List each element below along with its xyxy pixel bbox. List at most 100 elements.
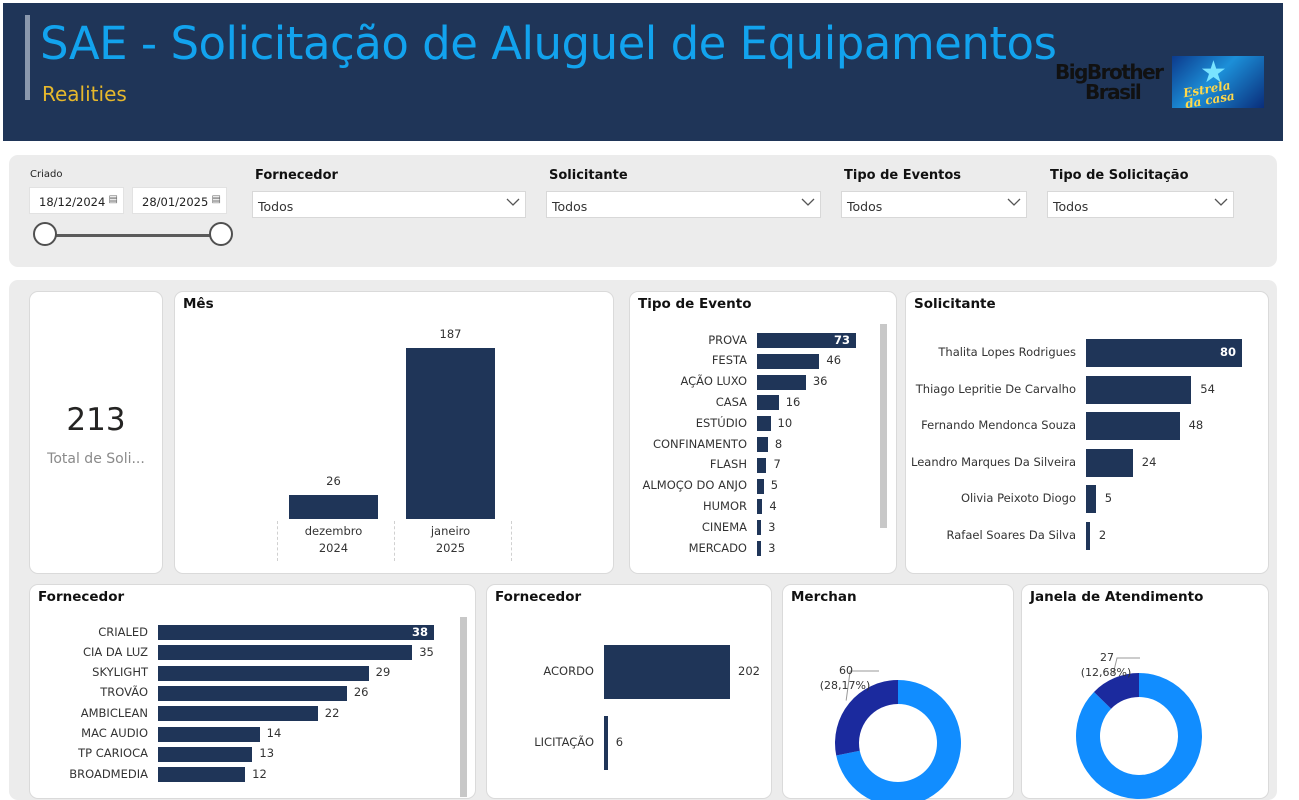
date-end-input[interactable]: 28/01/2025 ▤ xyxy=(132,187,227,214)
data-label: 7 xyxy=(773,457,781,472)
bar xyxy=(757,374,806,390)
bar xyxy=(757,499,763,515)
category-label: Olivia Peixoto Diogo xyxy=(960,491,1076,506)
data-label: 80 xyxy=(1219,345,1236,359)
data-label: 38 xyxy=(411,624,428,639)
data-label-percent: (28,17%) xyxy=(819,679,871,692)
data-label: 202 xyxy=(738,664,760,678)
bar xyxy=(757,353,820,369)
category-label: TROVÃO xyxy=(100,685,148,700)
data-label: 73 xyxy=(833,332,850,347)
data-label: 4 xyxy=(769,498,777,513)
tipo-solicitacao-dropdown[interactable]: Todos xyxy=(1047,191,1234,218)
bar xyxy=(1086,485,1096,514)
data-label: 5 xyxy=(770,478,779,493)
date-range-end-handle[interactable] xyxy=(209,222,233,246)
category-label: FLASH xyxy=(709,457,747,472)
data-label: 26 xyxy=(326,474,341,489)
chart-card-mes[interactable]: Mês 26 dezembro 2024 187 janeiro 2025 xyxy=(174,291,614,574)
data-label: 3 xyxy=(768,540,776,555)
data-label: 60 xyxy=(839,664,853,677)
category-label: AÇÃO LUXO xyxy=(680,374,747,389)
chart-card-merchan[interactable]: Merchan 60 (28,17%) xyxy=(782,584,1014,800)
category-label: Rafael Soares Da Silva xyxy=(946,528,1077,542)
bar xyxy=(158,645,413,661)
x-tick-label: janeiro xyxy=(430,524,471,538)
bar xyxy=(158,726,260,742)
bar xyxy=(158,767,246,783)
bar xyxy=(1086,522,1090,550)
x-tick-label: 2024 xyxy=(318,541,349,555)
date-start-input[interactable]: 18/12/2024 ▤ xyxy=(29,187,124,214)
data-label: 54 xyxy=(1200,381,1215,396)
data-label: 27 xyxy=(1100,651,1114,664)
category-label: CINEMA xyxy=(701,519,747,534)
tipo-eventos-dropdown[interactable]: Todos xyxy=(841,191,1027,218)
calendar-icon[interactable]: ▤ xyxy=(212,194,221,205)
bar xyxy=(1086,448,1133,477)
donut-chart xyxy=(1076,657,1202,799)
bar xyxy=(1086,375,1192,404)
category-label: TP CARIOCA xyxy=(78,746,148,761)
bar xyxy=(289,495,378,519)
bar xyxy=(757,478,764,494)
gridline xyxy=(394,521,395,561)
category-label: AMBICLEAN xyxy=(80,705,148,720)
data-label: 36 xyxy=(812,374,828,389)
category-label: MERCADO xyxy=(688,540,747,555)
scrollbar[interactable] xyxy=(880,324,887,528)
bar xyxy=(757,541,762,556)
solicitante-dropdown[interactable]: Todos xyxy=(546,191,821,218)
report-title: SAE - Solicitação de Aluguel de Equipame… xyxy=(40,17,1057,70)
data-label: 12 xyxy=(252,766,267,781)
kpi-label: Total de Soli... xyxy=(47,451,145,467)
date-range-slider-track[interactable] xyxy=(45,234,221,237)
chart-card-tipo-evento[interactable]: Tipo de Evento PROVA 73 FESTA 46 AÇÃO LUXO 36… xyxy=(629,291,897,574)
report-subtitle: Realities xyxy=(42,82,127,106)
bar xyxy=(757,395,779,411)
donut-chart xyxy=(835,670,961,800)
chevron-down-icon xyxy=(1214,198,1228,206)
kpi-value: 213 xyxy=(66,402,126,438)
category-label: HUMOR xyxy=(702,498,747,513)
data-label: 8 xyxy=(774,436,783,451)
data-label: 14 xyxy=(266,726,282,740)
category-label: CONFINAMENTO xyxy=(652,436,747,451)
chart-card-fornecedor-tipo[interactable]: Fornecedor ACORDO 202 LICITAÇÃO 6 xyxy=(486,584,772,799)
bar xyxy=(757,457,767,473)
kpi-card-total[interactable]: 213 Total de Soli... xyxy=(29,291,163,574)
gridline xyxy=(277,521,278,561)
chart-card-solicitante[interactable]: Solicitante Thalita Lopes Rodrigues 80 Thi… xyxy=(905,291,1269,574)
big-brother-brasil-logo: BigBrother Brasil xyxy=(1055,60,1164,104)
bar xyxy=(757,520,762,536)
fornecedor-dropdown[interactable]: Todos xyxy=(252,191,526,218)
category-label: Thiago Lepritie De Carvalho xyxy=(915,381,1076,396)
bar xyxy=(1086,412,1180,441)
category-label: CASA xyxy=(715,394,747,409)
scrollbar[interactable] xyxy=(460,617,467,797)
data-label: 29 xyxy=(375,665,391,680)
data-label: 13 xyxy=(259,746,275,761)
data-label: 35 xyxy=(419,644,434,659)
category-label: BROADMEDIA xyxy=(69,766,148,781)
bar xyxy=(158,625,434,640)
category-label: CRIALED xyxy=(98,624,148,639)
chart-card-janela-atendimento[interactable]: Janela de Atendimento 27 (12,68%) xyxy=(1021,584,1269,799)
category-label: MAC AUDIO xyxy=(81,726,148,740)
data-label: 46 xyxy=(826,353,842,368)
data-label: 16 xyxy=(785,394,801,409)
data-label: 48 xyxy=(1188,418,1204,433)
category-label: ACORDO xyxy=(543,664,594,678)
bar xyxy=(406,348,495,519)
bar xyxy=(158,665,369,681)
calendar-icon[interactable]: ▤ xyxy=(109,194,118,205)
x-tick-label: dezembro xyxy=(304,524,363,538)
date-range-start-handle[interactable] xyxy=(33,222,57,246)
data-label: 6 xyxy=(615,735,624,749)
chart-card-fornecedor[interactable]: Fornecedor CRIALED 38 CIA DA LUZ 35 SKYLIGHT… xyxy=(29,584,476,799)
estrela-da-casa-logo: ★ Estrela da casa xyxy=(1172,56,1264,111)
chevron-down-icon xyxy=(506,198,520,206)
bar xyxy=(604,716,608,770)
data-label: 187 xyxy=(439,327,462,341)
fornecedor-filter-label: Fornecedor xyxy=(255,168,338,183)
